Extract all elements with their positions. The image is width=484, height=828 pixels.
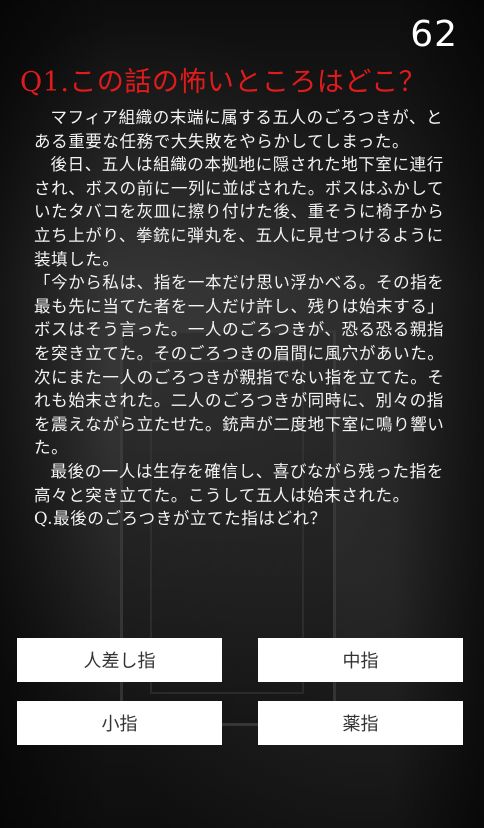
question-counter: 62 (410, 14, 458, 55)
question-title: Q1.この話の怖いところはどこ？ (20, 67, 427, 98)
story-text: マフィア組織の末端に属する五人のごろつきが、とある重要な任務で大失敗をやらかして… (34, 106, 454, 531)
story-paragraph: 最後の一人は生存を確信し、喜びながら残った指を高々と突き立てた。こうして五人は始… (34, 461, 444, 505)
answer-button-little-finger[interactable]: 小指 (17, 701, 222, 745)
story-paragraph: 「今から私は、指を一本だけ思い浮かべる。その指を最も先に当てた者を一人だけ許し、… (34, 273, 445, 458)
answer-button-middle-finger[interactable]: 中指 (258, 638, 463, 682)
story-paragraph: マフィア組織の末端に属する五人のごろつきが、とある重要な任務で大失敗をやらかして… (34, 108, 444, 151)
final-question: Q.最後のごろつきが立てた指はどれ？ (34, 509, 327, 529)
story-paragraph: 後日、五人は組織の本拠地に隠された地下室に連行され、ボスの前に一列に並ばされた。… (34, 155, 445, 269)
answer-button-ring-finger[interactable]: 薬指 (258, 701, 463, 745)
answer-button-index-finger[interactable]: 人差し指 (17, 638, 222, 682)
